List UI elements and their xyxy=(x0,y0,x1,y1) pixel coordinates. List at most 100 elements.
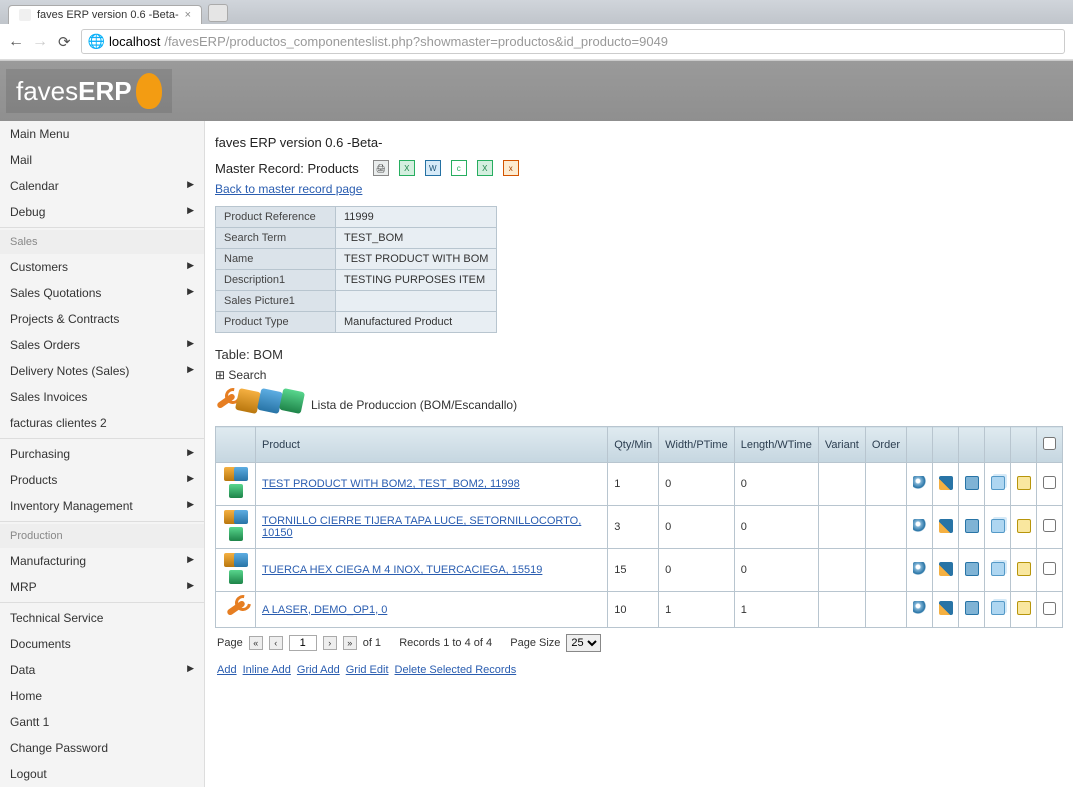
inline-edit-icon[interactable] xyxy=(1017,476,1031,490)
logo-mascot-icon xyxy=(136,73,162,109)
search-toggle[interactable]: ⊞ Search xyxy=(215,368,266,382)
copy-icon[interactable] xyxy=(991,519,1005,533)
view-icon[interactable] xyxy=(913,519,927,533)
export-word-icon[interactable]: W xyxy=(425,160,441,176)
sidebar-section-production: Production xyxy=(0,524,204,548)
chevron-right-icon: ▶ xyxy=(187,338,194,349)
sidebar-item-bottom-0[interactable]: Technical Service xyxy=(0,605,204,631)
sidebar-item-bottom-6[interactable]: Logout xyxy=(0,761,204,787)
cell-variant xyxy=(818,506,865,549)
tab-close-icon[interactable]: × xyxy=(185,9,191,21)
grid-header[interactable]: Variant xyxy=(818,427,865,463)
view-icon[interactable] xyxy=(913,601,927,615)
nav-forward-icon: → xyxy=(32,33,48,51)
detail-key: Product Reference xyxy=(216,207,336,228)
sidebar-item-sales-2[interactable]: Projects & Contracts xyxy=(0,306,204,332)
product-link[interactable]: TORNILLO CIERRE TIJERA TAPA LUCE, SETORN… xyxy=(262,515,581,539)
sidebar-item-sales-0[interactable]: Customers▶ xyxy=(0,254,204,280)
pager-delete-link[interactable]: Delete Selected Records xyxy=(395,664,517,676)
pager-size-select[interactable]: 25 xyxy=(566,634,601,652)
pager-prev-icon[interactable]: ‹ xyxy=(269,636,283,650)
sidebar-item-bottom-2[interactable]: Data▶ xyxy=(0,657,204,683)
edit-icon[interactable] xyxy=(939,562,953,576)
view-icon[interactable] xyxy=(913,562,927,576)
sidebar-item-prod-1[interactable]: MRP▶ xyxy=(0,574,204,600)
row-checkbox[interactable] xyxy=(1043,562,1056,575)
sidebar-item-top-1[interactable]: Mail xyxy=(0,147,204,173)
sidebar-item-bottom-1[interactable]: Documents xyxy=(0,631,204,657)
sidebar-item-prod-0[interactable]: Manufacturing▶ xyxy=(0,548,204,574)
sidebar-item-sales-5[interactable]: Sales Invoices xyxy=(0,384,204,410)
grid-header[interactable]: Width/PTime xyxy=(659,427,735,463)
print-row-icon[interactable] xyxy=(965,519,979,533)
browser-tab[interactable]: faves ERP version 0.6 -Beta- × xyxy=(8,5,202,24)
print-icon[interactable]: 🖨 xyxy=(373,160,389,176)
pager-page-input[interactable] xyxy=(289,635,317,651)
sidebar-item-bottom-3[interactable]: Home xyxy=(0,683,204,709)
reload-icon[interactable]: ⟳ xyxy=(58,33,71,51)
back-to-master-link[interactable]: Back to master record page xyxy=(215,182,362,196)
copy-icon[interactable] xyxy=(991,476,1005,490)
sidebar-item-sales-6[interactable]: facturas clientes 2 xyxy=(0,410,204,436)
detail-value: TEST_BOM xyxy=(336,228,497,249)
cell-variant xyxy=(818,463,865,506)
row-checkbox[interactable] xyxy=(1043,476,1056,489)
product-link[interactable]: A LASER, DEMO_OP1, 0 xyxy=(262,604,387,616)
view-icon[interactable] xyxy=(913,476,927,490)
grid-header-action xyxy=(1011,427,1037,463)
edit-icon[interactable] xyxy=(939,519,953,533)
sidebar-item-bottom-5[interactable]: Change Password xyxy=(0,735,204,761)
cube-green-icon xyxy=(229,484,243,498)
print-row-icon[interactable] xyxy=(965,601,979,615)
copy-icon[interactable] xyxy=(991,601,1005,615)
sidebar-item-sales-4[interactable]: Delivery Notes (Sales)▶ xyxy=(0,358,204,384)
sidebar-item-mid-2[interactable]: Inventory Management▶ xyxy=(0,493,204,519)
pager-add-link[interactable]: Add xyxy=(217,664,237,676)
new-tab-button[interactable] xyxy=(208,4,228,22)
cell-width: 1 xyxy=(659,592,735,628)
edit-icon[interactable] xyxy=(939,601,953,615)
url-bar[interactable]: 🌐 localhost/favesERP/productos_component… xyxy=(81,29,1065,54)
export-excel-icon[interactable]: X xyxy=(399,160,415,176)
pager-inline-add-link[interactable]: Inline Add xyxy=(243,664,291,676)
export-excel2-icon[interactable]: X xyxy=(477,160,493,176)
nav-back-icon[interactable]: ← xyxy=(8,33,24,51)
sidebar-item-mid-1[interactable]: Products▶ xyxy=(0,467,204,493)
bom-grid: ProductQty/MinWidth/PTimeLength/WTimeVar… xyxy=(215,426,1063,628)
sidebar-item-sales-3[interactable]: Sales Orders▶ xyxy=(0,332,204,358)
sidebar-item-top-3[interactable]: Debug▶ xyxy=(0,199,204,225)
pager-last-icon[interactable]: » xyxy=(343,636,357,650)
grid-header[interactable]: Order xyxy=(865,427,906,463)
pager-first-icon[interactable]: « xyxy=(249,636,263,650)
sidebar-item-top-2[interactable]: Calendar▶ xyxy=(0,173,204,199)
inline-edit-icon[interactable] xyxy=(1017,562,1031,576)
sidebar-item-mid-0[interactable]: Purchasing▶ xyxy=(0,441,204,467)
print-row-icon[interactable] xyxy=(965,562,979,576)
print-row-icon[interactable] xyxy=(965,476,979,490)
pager-grid-add-link[interactable]: Grid Add xyxy=(297,664,340,676)
pager-next-icon[interactable]: › xyxy=(323,636,337,650)
grid-header[interactable]: Length/WTime xyxy=(734,427,818,463)
product-link[interactable]: TUERCA HEX CIEGA M 4 INOX, TUERCACIEGA, … xyxy=(262,564,542,576)
row-checkbox[interactable] xyxy=(1043,602,1056,615)
sidebar-item-bottom-4[interactable]: Gantt 1 xyxy=(0,709,204,735)
inline-edit-icon[interactable] xyxy=(1017,601,1031,615)
table-row: A LASER, DEMO_OP1, 01011 xyxy=(216,592,1063,628)
copy-icon[interactable] xyxy=(991,562,1005,576)
pager-grid-edit-link[interactable]: Grid Edit xyxy=(346,664,389,676)
detail-value: Manufactured Product xyxy=(336,312,497,333)
sidebar-item-sales-1[interactable]: Sales Quotations▶ xyxy=(0,280,204,306)
inline-edit-icon[interactable] xyxy=(1017,519,1031,533)
grid-header[interactable]: Qty/Min xyxy=(608,427,659,463)
export-csv-icon[interactable]: c xyxy=(451,160,467,176)
cell-length: 0 xyxy=(734,549,818,592)
export-xml-icon[interactable]: x xyxy=(503,160,519,176)
edit-icon[interactable] xyxy=(939,476,953,490)
cube-orange-icon xyxy=(235,388,261,414)
sidebar-item-top-0[interactable]: Main Menu xyxy=(0,121,204,147)
select-all-checkbox[interactable] xyxy=(1043,437,1056,450)
grid-header-checkbox[interactable] xyxy=(1037,427,1063,463)
row-checkbox[interactable] xyxy=(1043,519,1056,532)
grid-header[interactable]: Product xyxy=(256,427,608,463)
product-link[interactable]: TEST PRODUCT WITH BOM2, TEST_BOM2, 11998 xyxy=(262,478,520,490)
